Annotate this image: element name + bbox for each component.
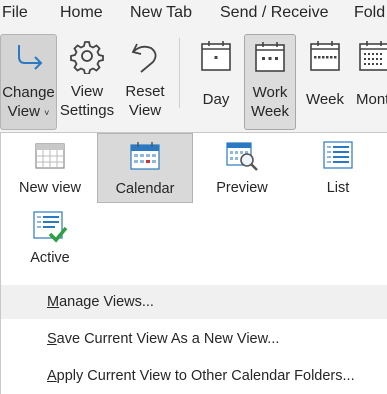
chevron-down-icon: ˅ — [44, 108, 50, 118]
manage-views-label: anage Views... — [59, 294, 154, 310]
change-view-button[interactable]: Change View ˅ — [0, 34, 57, 130]
list-label: List — [326, 180, 350, 196]
reset-view-label-1: Reset — [125, 83, 165, 100]
save-view-label: ave Current View As a New View... — [56, 331, 280, 347]
work-week-view-button[interactable]: Work Week — [244, 34, 296, 130]
work-week-label-2: Week — [250, 103, 290, 120]
week-view-button[interactable]: Week — [300, 34, 350, 130]
apply-view-label: pply Current View to Other Calendar Fold… — [56, 368, 355, 384]
apply-view-accesskey: A — [47, 368, 57, 384]
active-label: Active — [30, 250, 70, 266]
view-option-list[interactable]: List — [290, 133, 386, 203]
change-view-label-1: Change — [2, 84, 55, 101]
change-view-dropdown: New view Calendar Preview List Active Ma… — [0, 132, 387, 394]
view-settings-button[interactable]: View Settings — [58, 34, 116, 130]
calendar-month-icon — [356, 38, 387, 79]
change-view-icon — [11, 39, 47, 80]
day-label: Day — [202, 91, 230, 108]
tab-folder[interactable]: Fold — [354, 4, 385, 22]
week-label: Week — [305, 91, 345, 108]
view-option-calendar[interactable]: Calendar — [97, 133, 193, 203]
day-view-button[interactable]: Day — [190, 34, 242, 130]
view-settings-label-1: View — [70, 83, 104, 100]
view-option-active[interactable]: Active — [2, 203, 98, 273]
list-icon — [322, 140, 354, 175]
ribbon-separator — [179, 38, 180, 108]
view-option-preview[interactable]: Preview — [194, 133, 290, 203]
calendar-icon — [129, 141, 161, 176]
preview-magnifier-icon — [225, 140, 259, 177]
month-label: Mont — [356, 91, 387, 108]
view-settings-label-2: Settings — [59, 102, 115, 119]
menu-tab-bar: File Home New Tab Send / Receive Fold — [0, 0, 387, 26]
reset-view-label-2: View — [128, 102, 162, 119]
save-view-accesskey: S — [47, 331, 57, 347]
calendar-label: Calendar — [115, 181, 175, 197]
tab-send-receive[interactable]: Send / Receive — [220, 4, 329, 22]
change-view-label-2: View — [7, 103, 40, 120]
gear-icon — [69, 38, 105, 79]
active-list-check-icon — [32, 210, 68, 249]
save-current-view-item[interactable]: Save Current View As a New View... — [1, 322, 387, 356]
tab-file[interactable]: File — [2, 4, 28, 22]
new-view-icon — [34, 140, 66, 175]
view-option-new-view[interactable]: New view — [2, 133, 98, 203]
new-view-label: New view — [18, 180, 82, 196]
manage-views-item[interactable]: Manage Views... — [1, 285, 387, 319]
month-view-button[interactable]: Mont — [352, 34, 387, 130]
tab-home[interactable]: Home — [60, 4, 103, 22]
apply-current-view-item[interactable]: Apply Current View to Other Calendar Fol… — [1, 359, 387, 393]
ribbon: Change View ˅ View Settings Reset View D… — [0, 26, 387, 132]
undo-arrow-icon — [127, 38, 163, 79]
calendar-day-icon — [198, 38, 234, 79]
manage-views-accesskey: M — [47, 294, 60, 310]
calendar-week-icon — [307, 38, 343, 79]
preview-label: Preview — [216, 180, 268, 196]
calendar-work-week-icon — [252, 39, 288, 80]
work-week-label-1: Work — [252, 84, 288, 101]
tab-new-tab[interactable]: New Tab — [130, 4, 192, 22]
reset-view-button[interactable]: Reset View — [118, 34, 172, 130]
